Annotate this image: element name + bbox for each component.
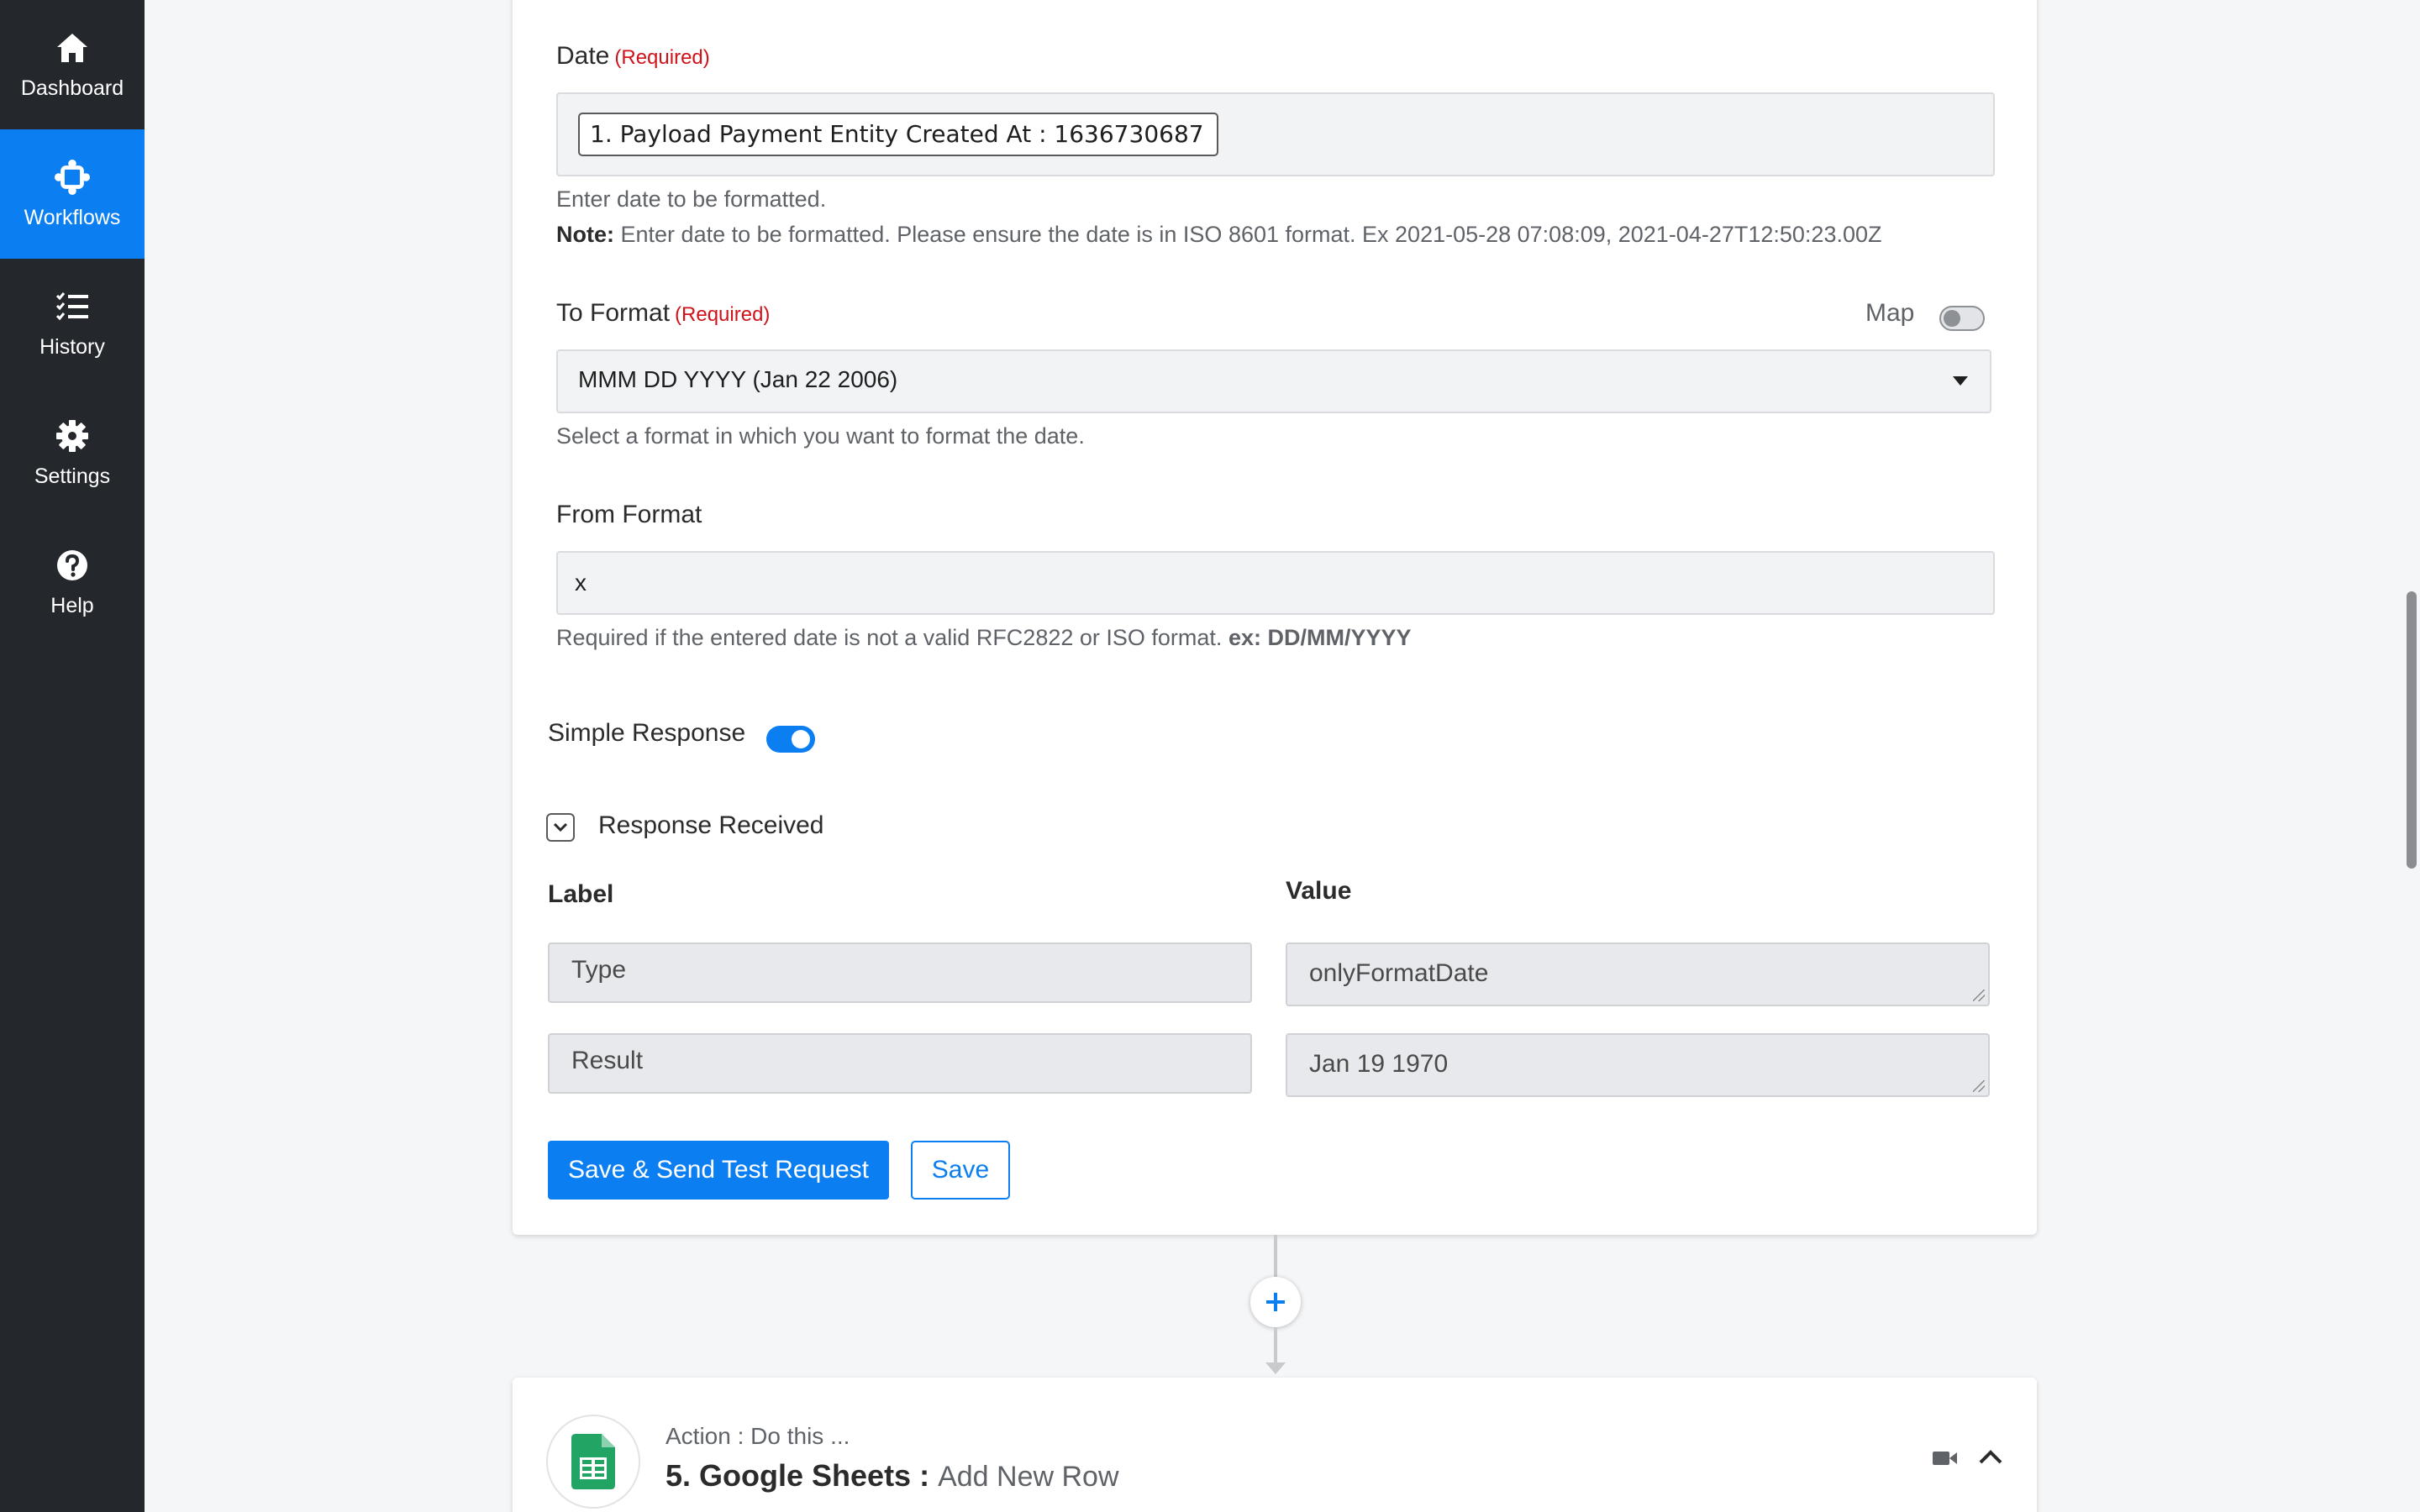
required-marker: (Required) <box>675 303 771 326</box>
map-label: Map <box>1865 299 1915 327</box>
plus-icon <box>1266 1293 1285 1311</box>
action-app-name: 5. Google Sheets : <box>666 1458 930 1493</box>
gear-icon <box>54 417 91 454</box>
required-marker: (Required) <box>614 46 710 69</box>
mapped-field-chip[interactable]: 1. Payload Payment Entity Created At : 1… <box>578 113 1218 156</box>
connector-line <box>1274 1235 1277 1277</box>
action-event-name: Add New Row <box>938 1461 1119 1493</box>
to-format-help-text: Select a format in which you want to for… <box>556 423 1085 449</box>
google-sheets-icon <box>571 1434 615 1489</box>
sidebar-item-help[interactable]: Help <box>0 517 145 647</box>
action-subtitle: Action : Do this ... <box>666 1423 850 1449</box>
sidebar-item-label: History <box>39 334 105 359</box>
date-label: Date (Required) <box>556 42 710 71</box>
response-label-field: Result <box>548 1033 1252 1094</box>
sidebar: Dashboard Workflows History Settings Hel… <box>0 0 145 1512</box>
sidebar-item-workflows[interactable]: Workflows <box>0 129 145 259</box>
next-action-card[interactable]: Action : Do this ... 5. Google Sheets : … <box>513 1378 2037 1512</box>
chevron-up-icon[interactable] <box>1978 1448 2003 1465</box>
resize-handle-icon[interactable] <box>1973 1080 1985 1092</box>
from-format-value: x <box>575 570 587 596</box>
add-step-button[interactable] <box>1250 1277 1301 1327</box>
sidebar-item-label: Dashboard <box>20 76 124 100</box>
from-format-input[interactable] <box>556 551 1995 615</box>
value-column-header: Value <box>1286 877 1352 905</box>
response-value-field: onlyFormatDate <box>1286 942 1990 1006</box>
date-label-text: Date <box>556 42 610 70</box>
to-format-label: To Format (Required) <box>556 299 770 328</box>
from-format-example: ex: DD/MM/YYYY <box>1228 625 1412 650</box>
sidebar-item-dashboard[interactable]: Dashboard <box>0 0 145 129</box>
response-received-toggle[interactable] <box>546 813 575 842</box>
response-label-field: Type <box>548 942 1252 1003</box>
date-help-text: Enter date to be formatted. <box>556 186 827 212</box>
help-circle-icon <box>54 547 91 584</box>
from-format-label: From Format <box>556 501 702 528</box>
sidebar-item-settings[interactable]: Settings <box>0 388 145 517</box>
sidebar-item-label: Settings <box>34 464 111 488</box>
sidebar-item-label: Workflows <box>24 205 121 229</box>
note-body: Enter date to be formatted. Please ensur… <box>620 222 1882 247</box>
resize-handle-icon[interactable] <box>1973 990 1985 1001</box>
response-value-field: Jan 19 1970 <box>1286 1033 1990 1097</box>
simple-response-toggle[interactable] <box>766 726 815 753</box>
sidebar-item-history[interactable]: History <box>0 259 145 388</box>
caret-down-icon <box>1953 376 1968 386</box>
save-button[interactable]: Save <box>911 1141 1010 1200</box>
page-scrollbar[interactable] <box>2407 591 2417 869</box>
save-and-send-test-request-button[interactable]: Save & Send Test Request <box>548 1141 889 1200</box>
simple-response-label: Simple Response <box>548 719 746 747</box>
connector-line <box>1274 1327 1277 1364</box>
to-format-selected: MMM DD YYYY (Jan 22 2006) <box>578 366 898 392</box>
action-title: 5. Google Sheets : Add New Row <box>666 1458 1119 1494</box>
note-label: Note: <box>556 222 614 247</box>
response-value-text: onlyFormatDate <box>1309 959 1489 987</box>
from-format-help-text: Required if the entered date is not a va… <box>556 625 1411 651</box>
to-format-label-text: To Format <box>556 299 671 327</box>
home-icon <box>54 29 91 66</box>
map-toggle[interactable] <box>1939 306 1985 331</box>
history-list-icon <box>54 288 91 325</box>
date-note-text: Note: Enter date to be formatted. Please… <box>556 222 1881 248</box>
response-received-label: Response Received <box>598 811 824 839</box>
chevron-down-icon <box>553 822 568 832</box>
label-column-header: Label <box>548 880 614 908</box>
video-icon[interactable] <box>1933 1450 1958 1467</box>
response-value-text: Jan 19 1970 <box>1309 1050 1449 1078</box>
app-icon-container <box>546 1415 640 1509</box>
arrow-down-icon <box>1265 1362 1286 1374</box>
sidebar-item-label: Help <box>50 593 94 617</box>
workflow-icon <box>54 159 91 196</box>
from-format-help-body: Required if the entered date is not a va… <box>556 625 1223 650</box>
